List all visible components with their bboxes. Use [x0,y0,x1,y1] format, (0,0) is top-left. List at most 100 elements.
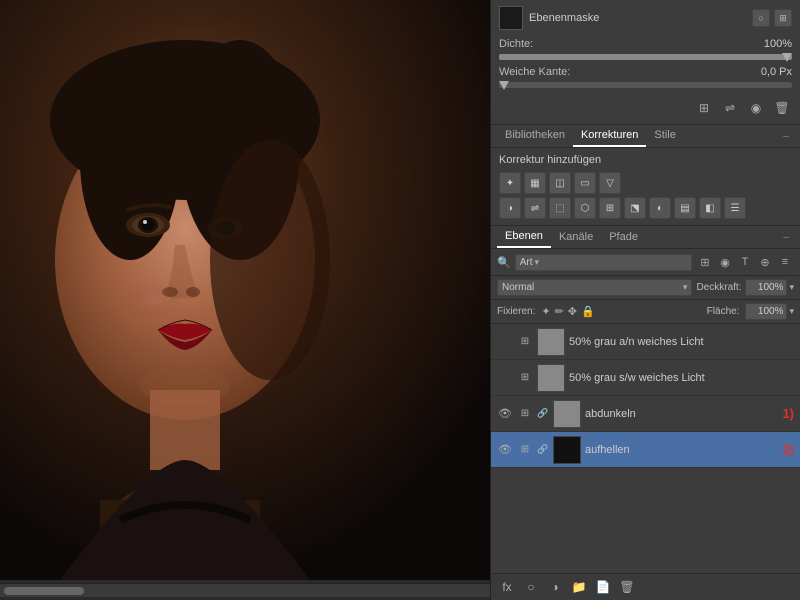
mask-delete-icon[interactable]: 🗑 [772,98,792,118]
layer-item[interactable]: ⊞ 50% grau s/w weiches Licht [491,360,800,396]
layer-bottom-new[interactable]: 📄 [593,577,613,597]
layer-type-dropdown[interactable]: Art ▾ [515,254,692,271]
layer-filter-search-icon: 🔍 [497,256,511,269]
corr-icon-hue[interactable]: ⇌ [524,197,546,219]
tab-pfade[interactable]: Pfade [601,227,646,247]
fixieren-label: Fixieren: [497,306,535,317]
canvas-scrollbar[interactable] [0,583,490,597]
flaeche-arrow[interactable]: ▾ [789,306,794,317]
layer-thumb-4a [553,436,581,464]
layer-thumbs-3: fx [553,400,581,428]
mask-refine-icon[interactable]: ⊞ [694,98,714,118]
layer-tool-icon-2[interactable]: ◉ [716,253,734,271]
layer-tool-icon-5[interactable]: ≡ [776,253,794,271]
fix-icon-move[interactable]: ✦ [541,305,550,318]
correction-tabs-bar: Bibliotheken Korrekturen Stile – [491,125,800,148]
fixieren-row: Fixieren: ✦ ✏ ✥ 🔒 Fläche: ▾ [491,300,800,324]
mask-visibility-icon[interactable]: ◉ [746,98,766,118]
dichte-label: Dichte: [499,38,589,50]
layer-bottom-mask[interactable]: ○ [521,577,541,597]
weiche-kante-slider[interactable] [499,82,792,90]
corr-icon-invert[interactable]: ◧ [699,197,721,219]
tab-collapse-icon[interactable]: – [778,128,794,144]
fix-icon-position[interactable]: ✥ [568,305,577,318]
layer-name-4: aufhellen [585,444,778,456]
mask-icon-btn-1[interactable]: ○ [752,9,770,27]
layer-bottom-group[interactable]: 📁 [569,577,589,597]
layer-eye-3[interactable]: 👁 [497,406,513,422]
layer-bottom-fx[interactable]: fx [497,577,517,597]
mask-invert-icon[interactable]: ⇌ [720,98,740,118]
layer-thumb-3a: fx [553,400,581,428]
canvas-scrollbar-thumb[interactable] [4,587,84,595]
layers-toolbar-icons: ⊞ ◉ T ⊕ ≡ [696,253,794,271]
deckkraft-input[interactable] [745,279,787,296]
corr-icon-photo-filter[interactable]: ⬡ [574,197,596,219]
layer-bottom-adjustment[interactable]: ◑ [545,577,565,597]
layer-tool-icon-4[interactable]: ⊕ [756,253,774,271]
tab-ebenen[interactable]: Ebenen [497,226,551,248]
blend-mode-dropdown[interactable]: Normal ▾ [497,279,692,296]
flaeche-input-group: ▾ [745,303,794,320]
tab-korrekturen[interactable]: Korrekturen [573,125,646,147]
tab-stile[interactable]: Stile [646,125,683,147]
mask-header: Ebenenmaske ○ ⊞ [499,6,792,30]
flaeche-input[interactable] [745,303,787,320]
mask-title: Ebenenmaske [529,12,746,24]
corr-icon-posterize[interactable]: ▤ [674,197,696,219]
layer-tool-icon-3[interactable]: T [736,253,754,271]
layers-collapse-icon[interactable]: – [778,229,794,245]
blend-mode-arrow: ▾ [683,282,688,293]
layer-bottom-delete[interactable]: 🗑 [617,577,637,597]
layer-type-icon-4: ⊞ [517,442,533,458]
corr-icon-more[interactable]: ☰ [724,197,746,219]
layer-type-icon-1: ⊞ [517,334,533,350]
mask-icons: ○ ⊞ [752,9,792,27]
corr-icon-brightness[interactable]: ✦ [499,172,521,194]
layer-eye-1[interactable] [497,334,513,350]
layer-badge-4: 2) [782,442,794,457]
layer-eye-2[interactable] [497,370,513,386]
tab-bibliotheken[interactable]: Bibliotheken [497,125,573,147]
corr-icon-exposure[interactable]: ▭ [574,172,596,194]
layer-name-3: abdunkeln [585,408,778,420]
layer-name-2: 50% grau s/w weiches Licht [569,372,794,384]
dichte-row: Dichte: 100% [499,38,792,50]
layer-name-1: 50% grau a/n weiches Licht [569,336,794,348]
blend-opacity-row: Normal ▾ Deckkraft: ▾ [491,276,800,300]
corr-icon-gradient-map[interactable]: ⊞ [599,197,621,219]
layer-type-arrow: ▾ [534,257,539,268]
corr-icon-color-balance[interactable]: ⬚ [549,197,571,219]
corr-icon-levels[interactable]: ▦ [524,172,546,194]
dichte-slider[interactable] [499,54,792,62]
corr-icon-dropdown[interactable]: ▽ [599,172,621,194]
fix-icon-brush[interactable]: ✏ [555,305,564,318]
layer-badge-3: 1) [782,406,794,421]
mask-icon-btn-2[interactable]: ⊞ [774,9,792,27]
layer-item[interactable]: ⊞ 50% grau a/n weiches Licht [491,324,800,360]
layer-link-3: 🔗 [537,408,549,420]
tab-kanaele[interactable]: Kanäle [551,227,601,247]
fix-icon-lock[interactable]: 🔒 [581,305,595,318]
mask-thumbnail [499,6,523,30]
correction-section: Korrektur hinzufügen ✦ ▦ ◫ ▭ ▽ ◑ ⇌ ⬚ ⬡ ⊞… [491,148,800,226]
correction-icons-row2: ◑ ⇌ ⬚ ⬡ ⊞ ⬔ ◐ ▤ ◧ ☰ [499,197,792,219]
weiche-kante-label: Weiche Kante: [499,66,589,78]
corr-icon-curves[interactable]: ◫ [549,172,571,194]
layer-thumb-2 [537,364,565,392]
dichte-value: 100% [732,38,792,50]
weiche-kante-row: Weiche Kante: 0,0 Px [499,66,792,78]
blend-mode-label: Normal [502,282,534,293]
layer-thumb-1 [537,328,565,356]
layer-type-icon-3: ⊞ [517,406,533,422]
layer-item[interactable]: 👁 ⊞ 🔗 fx abdunkeln 1) [491,396,800,432]
corr-icon-vibrance[interactable]: ◑ [499,197,521,219]
corr-icon-threshold[interactable]: ◐ [649,197,671,219]
deckkraft-arrow[interactable]: ▾ [789,282,794,293]
layer-eye-4[interactable]: 👁 [497,442,513,458]
layer-item[interactable]: 👁 ⊞ 🔗 aufhellen 2) [491,432,800,468]
layer-link-4: 🔗 [537,444,549,456]
corr-icon-selective-color[interactable]: ⬔ [624,197,646,219]
layer-tool-icon-1[interactable]: ⊞ [696,253,714,271]
layers-filter-toolbar: 🔍 Art ▾ ⊞ ◉ T ⊕ ≡ [491,249,800,276]
